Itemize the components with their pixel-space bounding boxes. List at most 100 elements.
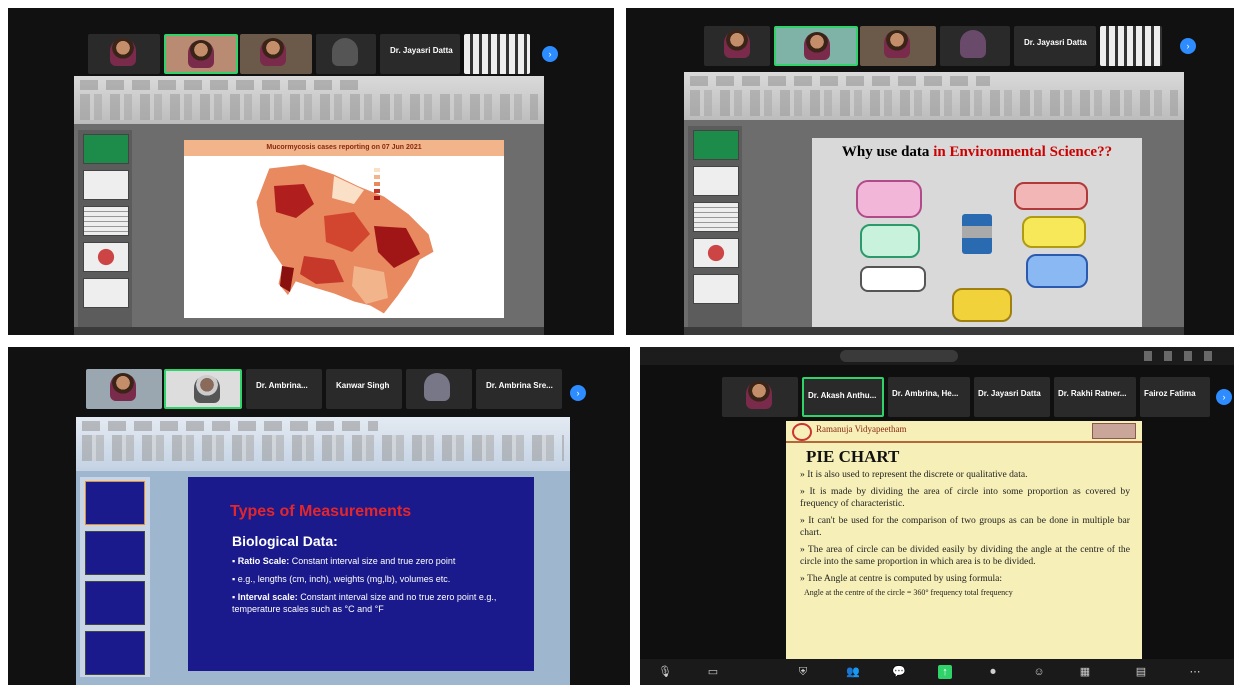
bullet-text: It is made by dividing the area of circl… <box>800 485 1130 510</box>
microphone-icon[interactable]: 🎙 <box>658 665 672 679</box>
institute-logo <box>792 423 812 441</box>
institute-logo <box>1092 423 1136 439</box>
slide-thumbnail[interactable] <box>693 166 739 196</box>
slide-title-part: Why use data <box>841 144 934 160</box>
reactions-icon[interactable]: ☺ <box>1032 665 1046 679</box>
slide-thumbnail[interactable] <box>83 206 129 236</box>
participant-tile[interactable] <box>722 377 798 417</box>
participant-tile[interactable]: Dr. Ambrina... <box>246 369 322 409</box>
participant-name: Dr. Akash Anthu... <box>808 391 877 400</box>
next-participants-button[interactable]: › <box>570 385 586 401</box>
slide-thumbnail[interactable] <box>83 134 129 164</box>
participant-video <box>194 375 220 403</box>
participant-name: Dr. Jayasri Datta <box>390 46 453 55</box>
slide-bullet-list: » It is also used to represent the discr… <box>800 469 1130 600</box>
slide-bullet: ▪ Ratio Scale: Constant interval size an… <box>232 556 456 566</box>
participant-tile[interactable]: Dr. Jayasri Datta <box>1014 26 1096 66</box>
participant-tile[interactable]: Dr. Jayasri Datta <box>974 377 1050 417</box>
participant-tile[interactable]: Dr. Rakhi Ratner... <box>1054 377 1136 417</box>
slide-bullet: » The area of circle can be divided easi… <box>800 543 1130 568</box>
participant-tile[interactable] <box>86 369 162 409</box>
bullet-text: The area of circle can be divided easily… <box>800 543 1130 568</box>
bullet-label: Ratio Scale: <box>237 556 290 566</box>
participant-name: Dr. Jayasri Datta <box>1024 38 1087 47</box>
title-bar <box>640 347 1234 365</box>
participant-tile[interactable]: Dr. Jayasri Datta <box>380 34 460 74</box>
bullet-text: The Angle at centre is computed by using… <box>807 572 1003 584</box>
slide-title: Why use data in Environmental Science?? <box>822 144 1132 161</box>
next-participants-button[interactable]: › <box>1216 389 1232 405</box>
mindmap-node <box>1026 254 1088 288</box>
share-screen-icon[interactable]: ↑ <box>938 665 952 679</box>
slide-thumbnail[interactable] <box>83 242 129 272</box>
search-box[interactable] <box>840 350 958 362</box>
bullet-text: Constant interval size and true zero poi… <box>289 556 456 566</box>
participant-name: Kanwar Singh <box>336 381 390 390</box>
ribbon <box>74 76 544 124</box>
legend-swatch <box>374 168 380 172</box>
participant-video <box>260 38 286 66</box>
participant-tile[interactable] <box>464 34 530 74</box>
participant-strip: Dr. Jayasri Datta <box>88 30 548 76</box>
powerpoint-window: Mucormycosis cases reporting on 07 Jun 2… <box>74 76 544 335</box>
participant-name: Dr. Jayasri Datta <box>978 389 1041 398</box>
slide-title-banner: Mucormycosis cases reporting on 07 Jun 2… <box>184 140 504 156</box>
slide-thumbnail[interactable] <box>85 581 145 625</box>
apps-icon[interactable]: ▦ <box>1078 665 1092 679</box>
more-icon[interactable]: ⋯ <box>1188 665 1202 679</box>
video-icon[interactable]: ▭ <box>706 665 720 679</box>
participant-tile[interactable]: Fairoz Fatima <box>1140 377 1210 417</box>
participant-tile[interactable] <box>940 26 1010 66</box>
slide-thumbnail[interactable] <box>693 130 739 160</box>
slide-title: PIE CHART <box>806 447 900 466</box>
slide-thumbnail[interactable] <box>693 202 739 232</box>
meeting-toolbar: 🎙 ▭ ⛨ 👥 💬 ↑ ⏺ ☺ ▦ ▤ ⋯ <box>640 659 1234 685</box>
participant-tile-active[interactable] <box>164 369 242 409</box>
participant-tile[interactable] <box>704 26 770 66</box>
slide-thumbnail[interactable] <box>693 274 739 304</box>
participant-strip: Dr. Akash Anthu... Dr. Ambrina, He... Dr… <box>722 373 1222 419</box>
participants-icon[interactable]: 👥 <box>846 665 860 679</box>
mindmap-node <box>860 266 926 292</box>
bullet-text: Angle at the centre of the circle = 360°… <box>804 588 1013 597</box>
slide-canvas: Mucormycosis cases reporting on 07 Jun 2… <box>184 140 504 318</box>
next-participants-button[interactable]: › <box>542 46 558 62</box>
legend-swatch <box>374 196 380 200</box>
mindmap-node <box>1022 216 1086 248</box>
participant-tile[interactable] <box>316 34 376 74</box>
meeting-window-3: Dr. Ambrina... Kanwar Singh Dr. Ambrina … <box>8 347 630 685</box>
participant-tile[interactable] <box>406 369 472 409</box>
participant-tile[interactable] <box>240 34 312 74</box>
slide-thumbnail[interactable] <box>83 170 129 200</box>
slide-thumbnail[interactable] <box>85 481 145 525</box>
slide-thumbnail[interactable] <box>85 631 145 675</box>
next-participants-button[interactable]: › <box>1180 38 1196 54</box>
participant-tile[interactable]: Dr. Ambrina, He... <box>888 377 970 417</box>
ribbon <box>76 417 570 471</box>
participant-tile[interactable]: Dr. Ambrina Sre... <box>476 369 562 409</box>
participant-strip: Dr. Jayasri Datta <box>704 22 1184 68</box>
participant-video <box>746 381 772 409</box>
participant-name: Dr. Rakhi Ratner... <box>1058 389 1127 398</box>
participant-tile-active[interactable] <box>164 34 238 74</box>
slide-thumbnails <box>80 477 150 677</box>
slide-bullet: ▪ Interval scale: Constant interval size… <box>232 592 497 614</box>
slide-thumbnail[interactable] <box>693 238 739 268</box>
slide-bullet: » It is also used to represent the discr… <box>800 469 1028 480</box>
participant-tile[interactable] <box>88 34 160 74</box>
participant-video <box>110 373 136 401</box>
security-icon[interactable]: ⛨ <box>796 665 810 679</box>
participant-tile-active[interactable] <box>774 26 858 66</box>
participant-tile-active[interactable]: Dr. Akash Anthu... <box>802 377 884 417</box>
record-icon[interactable]: ⏺ <box>986 665 1000 679</box>
window-controls[interactable] <box>1144 351 1224 361</box>
participant-tile[interactable] <box>1100 26 1162 66</box>
participant-tile[interactable]: Kanwar Singh <box>326 369 402 409</box>
legend-swatch <box>374 182 380 186</box>
whiteboard-icon[interactable]: ▤ <box>1134 665 1148 679</box>
participant-video <box>804 32 830 60</box>
slide-thumbnail[interactable] <box>85 531 145 575</box>
participant-tile[interactable] <box>860 26 936 66</box>
chat-icon[interactable]: 💬 <box>892 665 906 679</box>
slide-thumbnail[interactable] <box>83 278 129 308</box>
